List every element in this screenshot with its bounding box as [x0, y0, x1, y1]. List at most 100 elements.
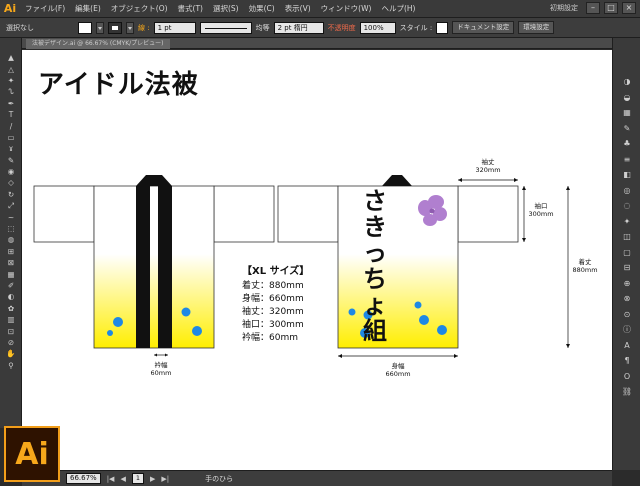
profile-label: 均等 [255, 23, 270, 32]
status-bar: 66.67% |◀ ◀ 1 ▶ ▶| 手のひら [22, 470, 612, 486]
menu-item[interactable]: 書式(T) [173, 3, 208, 14]
blob-brush-tool-icon[interactable]: ◉ [0, 166, 22, 177]
next-artboard-button[interactable]: ▶ [150, 475, 155, 483]
scale-tool-icon[interactable]: ⤢ [0, 200, 22, 211]
dot [113, 317, 123, 327]
swatches-icon[interactable]: ▦ [613, 105, 640, 121]
body-width-dim-label: 身幅 660mm [385, 362, 411, 378]
prev-artboard-button[interactable]: ◀ [120, 475, 125, 483]
magic-wand-tool-icon[interactable]: ✦ [0, 75, 22, 86]
hand-tool-icon[interactable]: ✋ [0, 348, 22, 359]
document-setup-button[interactable]: ドキュメント設定 [452, 21, 515, 34]
close-button[interactable]: × [622, 2, 636, 14]
opacity-field[interactable]: 100% [359, 21, 396, 34]
opentype-icon[interactable]: O [613, 369, 640, 385]
symbol-sprayer-tool-icon[interactable]: ✿ [0, 303, 22, 314]
menu-item[interactable]: 選択(S) [208, 3, 244, 14]
document-tab[interactable]: 法被デザイン.ai @ 66.67% (CMYK/プレビュー) [26, 39, 170, 49]
selection-tool-icon[interactable]: ▲ [0, 52, 22, 63]
artboards-icon[interactable]: ▢ [613, 245, 640, 261]
column-graph-tool-icon[interactable]: ▥ [0, 314, 22, 325]
free-transform-tool-icon[interactable]: ⬚ [0, 223, 22, 234]
links-icon[interactable]: ⛓ [613, 384, 640, 400]
gradient-panel-icon[interactable]: ◧ [613, 167, 640, 183]
artboard-tool-icon[interactable]: ⊡ [0, 325, 22, 336]
control-bar: 選択なし 線 : 1 pt 均等 2 pt 楕円 不透明度 100% スタイル … [0, 18, 640, 38]
opacity-label[interactable]: 不透明度 [328, 23, 356, 33]
rotate-tool-icon[interactable]: ↻ [0, 189, 22, 200]
stroke-swatch[interactable] [108, 21, 122, 34]
fill-swatch[interactable] [78, 21, 92, 34]
stroke-dropdown[interactable] [126, 21, 134, 34]
main-menu: ファイル(F) 編集(E) オブジェクト(O) 書式(T) 選択(S) 効果(C) 表示(V… [20, 3, 420, 14]
app-logo: Ai [3, 2, 17, 15]
paragraph-icon[interactable]: ¶ [613, 353, 640, 369]
minimize-button[interactable]: – [586, 2, 600, 14]
align-icon[interactable]: ⊟ [613, 260, 640, 276]
menu-item[interactable]: 効果(C) [244, 3, 280, 14]
menu-item[interactable]: オブジェクト(O) [106, 3, 173, 14]
cuff-dim-label: 袖口 300mm [528, 202, 554, 218]
navigator-icon[interactable]: ⊙ [613, 307, 640, 323]
zoom-tool-icon[interactable]: ⚲ [0, 360, 22, 371]
artboard-number-field[interactable]: 1 [131, 473, 144, 484]
shape-builder-tool-icon[interactable]: ◍ [0, 234, 22, 245]
lasso-tool-icon[interactable]: ᔐ [0, 86, 22, 97]
first-artboard-button[interactable]: |◀ [107, 475, 115, 483]
symbols-icon[interactable]: ♣ [613, 136, 640, 152]
menu-item[interactable]: ファイル(F) [20, 3, 70, 14]
transparency-icon[interactable]: ◎ [613, 183, 640, 199]
menu-item[interactable]: ウィンドウ(W) [316, 3, 377, 14]
brush-definition-field[interactable]: 2 pt 楕円 [273, 21, 324, 34]
transform-icon[interactable]: ⊕ [613, 276, 640, 292]
character-icon[interactable]: A [613, 338, 640, 354]
graphic-style-swatch[interactable] [436, 21, 449, 34]
stroke-icon[interactable]: ≡ [613, 152, 640, 168]
direct-selection-tool-icon[interactable]: △ [0, 63, 22, 74]
paintbrush-tool-icon[interactable]: ɤ [0, 143, 22, 154]
menu-item[interactable]: ヘルプ(H) [376, 3, 420, 14]
menu-item[interactable]: 編集(E) [70, 3, 106, 14]
eyedropper-tool-icon[interactable]: ✐ [0, 280, 22, 291]
rectangle-tool-icon[interactable]: ▭ [0, 132, 22, 143]
illustrator-badge: Ai [4, 426, 60, 482]
stroke-weight-field[interactable]: 1 pt [153, 21, 196, 34]
window-controls: 初期設定 – □ × [546, 2, 636, 14]
brushes-icon[interactable]: ✎ [613, 121, 640, 137]
collar-band-left [136, 186, 150, 348]
spec-body-width: 身幅：660mm [242, 294, 304, 304]
warp-tool-icon[interactable]: ~ [0, 211, 22, 222]
collar-top-front [382, 175, 412, 186]
graphic-styles-icon[interactable]: ✦ [613, 214, 640, 230]
color-panel-icon[interactable]: ◑ [613, 74, 640, 90]
variable-width-profile[interactable] [199, 21, 252, 34]
right-sleeve-back [213, 185, 275, 243]
line-tool-icon[interactable]: / [0, 120, 22, 131]
appearance-icon[interactable]: ◌ [613, 198, 640, 214]
gradient-tool-icon[interactable]: ▦ [0, 268, 22, 279]
info-icon[interactable]: ⓘ [613, 322, 640, 338]
dot [181, 307, 191, 317]
type-tool-icon[interactable]: T [0, 109, 22, 120]
zoom-field[interactable]: 66.67% [66, 473, 101, 484]
last-artboard-button[interactable]: ▶| [161, 475, 169, 483]
fill-dropdown[interactable] [96, 21, 104, 34]
pen-tool-icon[interactable]: ✒ [0, 98, 22, 109]
workspace-switcher[interactable]: 初期設定 [546, 3, 582, 13]
stroke-label[interactable]: 線 : [138, 23, 150, 33]
spec-sleeve-length: 袖丈：320mm [242, 307, 304, 317]
perspective-grid-tool-icon[interactable]: ⊞ [0, 246, 22, 257]
mesh-tool-icon[interactable]: ⊠ [0, 257, 22, 268]
layers-icon[interactable]: ◫ [613, 229, 640, 245]
blend-tool-icon[interactable]: ◐ [0, 291, 22, 302]
preferences-button[interactable]: 環境設定 [518, 21, 555, 34]
pathfinder-icon[interactable]: ⊗ [613, 291, 640, 307]
maximize-button[interactable]: □ [604, 2, 618, 14]
pencil-tool-icon[interactable]: ✎ [0, 155, 22, 166]
eraser-tool-icon[interactable]: ◇ [0, 177, 22, 188]
color-guide-icon[interactable]: ◒ [613, 90, 640, 106]
artboard-canvas[interactable]: アイドル法被 さきっちょ組 【XL サイズ】 着丈：880mm 身幅：660mm… [22, 50, 612, 470]
slice-tool-icon[interactable]: ⊘ [0, 337, 22, 348]
size-spec-block: 【XL サイズ】 着丈：880mm 身幅：660mm 袖丈：320mm 袖口：3… [242, 262, 309, 345]
menu-item[interactable]: 表示(V) [280, 3, 316, 14]
